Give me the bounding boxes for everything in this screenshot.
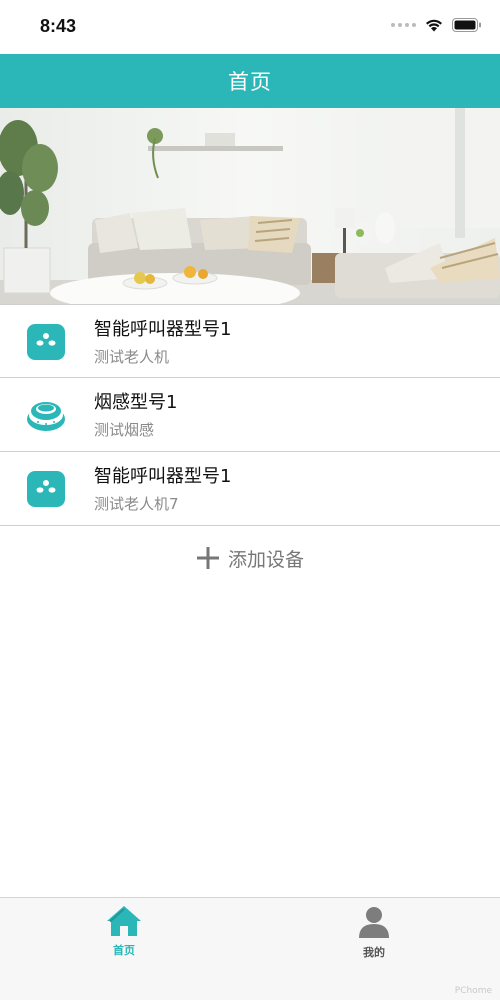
tab-home-label: 首页 — [113, 944, 135, 957]
person-icon — [359, 907, 389, 938]
smoke-detector-icon — [27, 402, 65, 431]
device-subtitle: 测试老人机 — [94, 348, 170, 366]
device-name: 智能呼叫器型号1 — [94, 319, 232, 340]
caller-device-icon — [27, 471, 65, 507]
device-list: 智能呼叫器型号1 测试老人机 烟感型号1 测试烟感 智能呼叫器型号1 测试老人机… — [0, 304, 500, 526]
device-row[interactable]: 烟感型号1 测试烟感 — [0, 378, 500, 452]
plus-icon — [196, 547, 219, 569]
add-device-label: 添加设备 — [227, 548, 304, 571]
status-time: 8:43 — [40, 16, 77, 36]
watermark: PChome — [454, 986, 492, 996]
device-row[interactable]: 智能呼叫器型号1 测试老人机 — [0, 304, 500, 378]
device-row[interactable]: 智能呼叫器型号1 测试老人机7 — [0, 452, 500, 526]
device-subtitle: 测试烟感 — [94, 421, 155, 439]
wifi-icon — [426, 19, 442, 32]
page-title: 首页 — [228, 70, 272, 94]
banner-image — [0, 108, 500, 304]
home-icon — [107, 906, 141, 936]
device-subtitle: 测试老人机7 — [94, 495, 179, 513]
nav-bar: 首页 — [0, 54, 500, 108]
device-name: 烟感型号1 — [94, 392, 178, 413]
device-name: 智能呼叫器型号1 — [94, 466, 232, 487]
signal-icon — [391, 23, 416, 27]
tab-home[interactable]: 首页 — [94, 904, 154, 964]
status-indicators — [391, 18, 482, 32]
tab-mine[interactable]: 我的 — [344, 904, 404, 964]
tab-mine-label: 我的 — [363, 946, 385, 959]
status-bar: 8:43 — [0, 0, 500, 54]
battery-icon — [452, 18, 481, 32]
caller-device-icon — [27, 324, 65, 360]
add-device-button[interactable]: 添加设备 — [0, 526, 500, 590]
tab-bar: 首页 我的 PChome — [0, 897, 500, 1000]
